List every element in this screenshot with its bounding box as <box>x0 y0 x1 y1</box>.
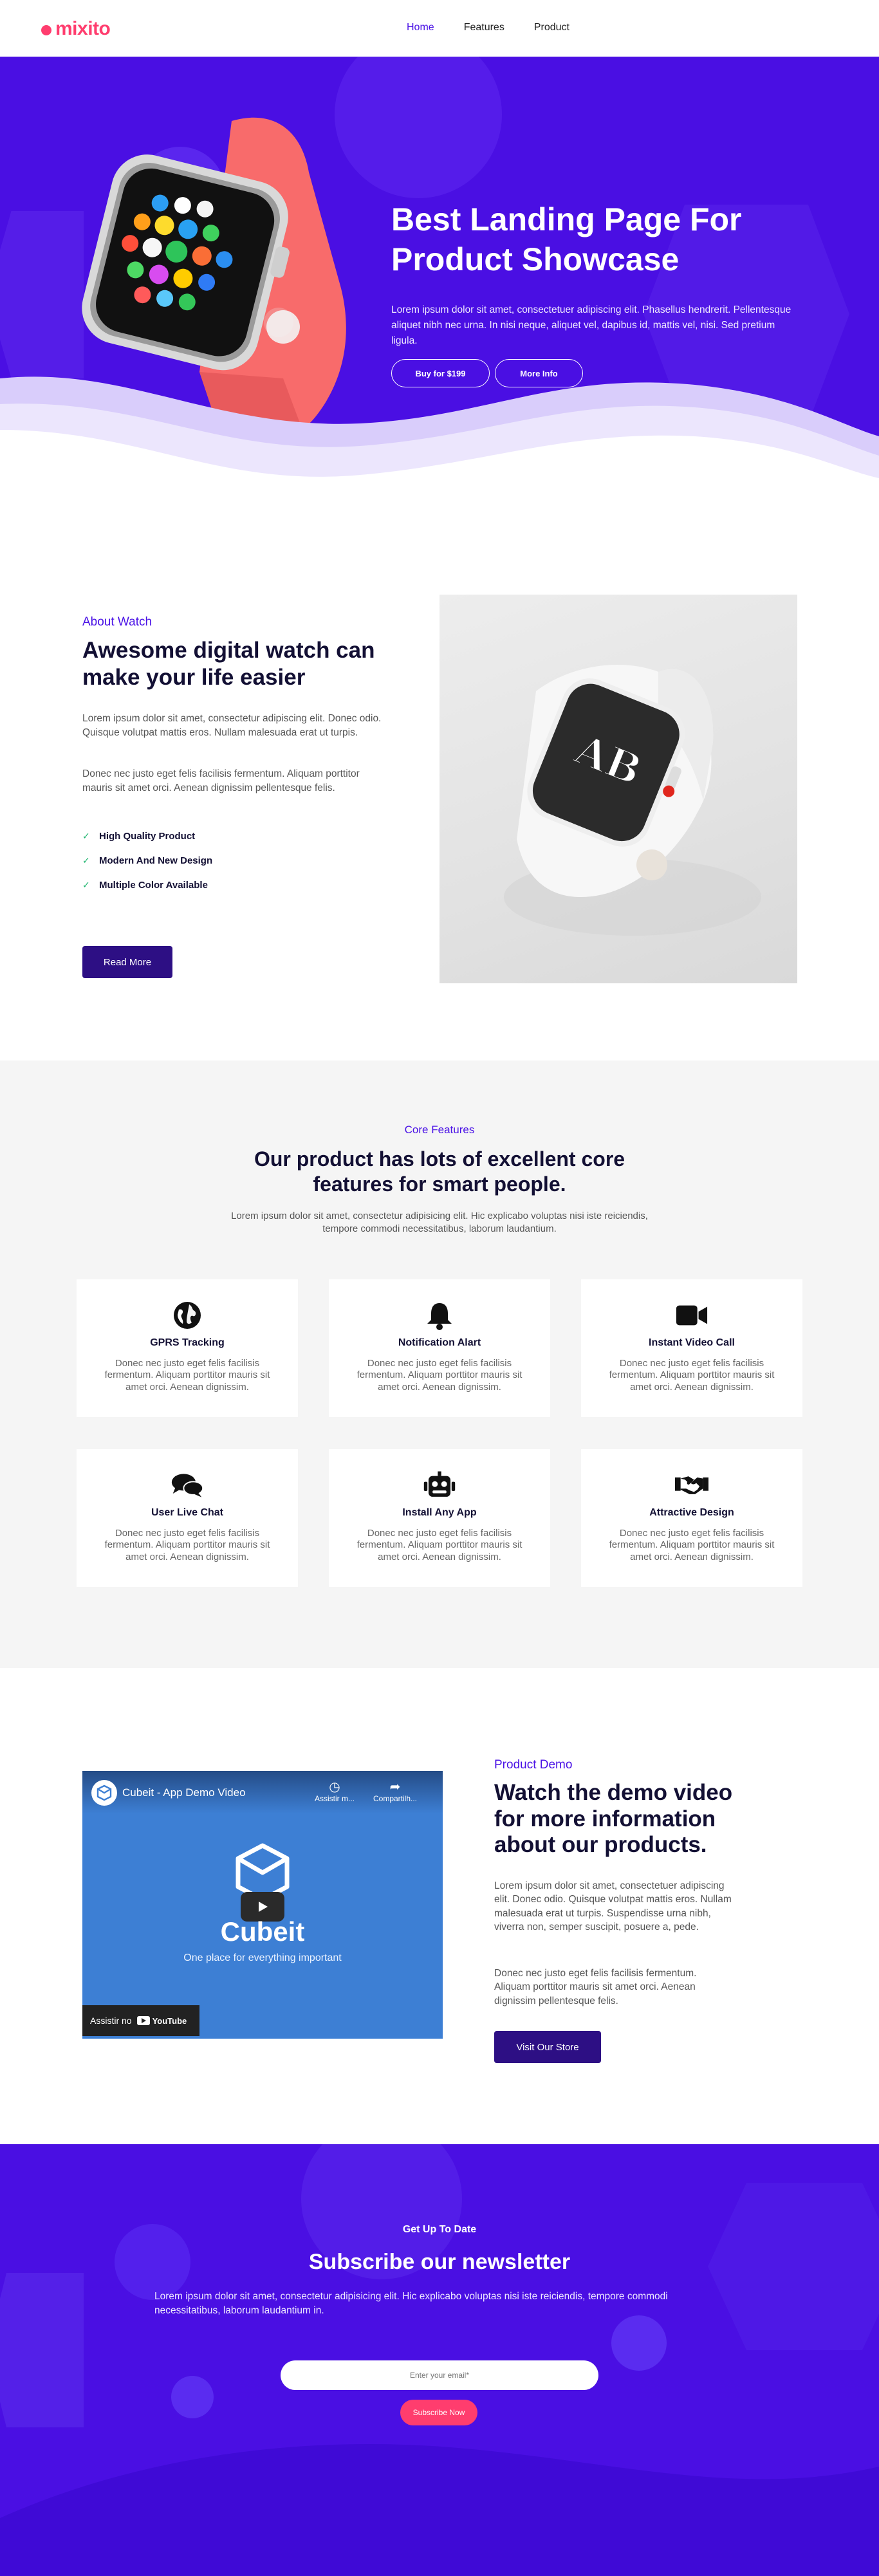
cube-logo-icon <box>97 1784 112 1801</box>
newsletter-section: Get Up To Date Subscribe our newsletter … <box>0 2144 879 2576</box>
youtube-logo: YouTube <box>136 2015 187 2026</box>
clock-icon: ◷ <box>329 1780 340 1794</box>
feature-text: Donec nec justo eget felis facilisis fer… <box>356 1528 523 1562</box>
feature-card: GPRS Tracking Donec nec justo eget felis… <box>77 1279 298 1417</box>
feature-text: Donec nec justo eget felis facilisis fer… <box>609 1358 775 1393</box>
watch-on-label: Assistir no <box>90 2015 132 2026</box>
nav-link-product[interactable]: Product <box>534 22 569 33</box>
main-menu: Home Features Product <box>407 22 599 33</box>
handshake-icon <box>675 1469 708 1502</box>
demo-title: Watch the demo video for more informatio… <box>494 1780 733 1858</box>
about-paragraph: Donec nec justo eget felis facilisis fer… <box>82 768 360 793</box>
decor-circle <box>171 2376 214 2418</box>
features-title: Our product has lots of excellent core f… <box>254 1147 625 1196</box>
newsletter-title: Subscribe our newsletter <box>308 2250 571 2274</box>
hero-wave-divider <box>0 376 879 507</box>
read-more-button[interactable]: Read More <box>82 946 172 978</box>
robot-icon <box>423 1469 456 1502</box>
feature-text: Donec nec justo eget felis facilisis fer… <box>356 1358 523 1393</box>
about-eyebrow: About Watch <box>82 615 153 629</box>
features-eyebrow: Core Features <box>404 1124 475 1136</box>
video-brand-name: Cubeit <box>220 1916 305 1947</box>
demo-paragraph: Donec nec justo eget felis facilisis fer… <box>494 1968 697 2006</box>
feature-card: Instant Video Call Donec nec justo eget … <box>581 1279 802 1417</box>
youtube-play-icon <box>136 2016 150 2025</box>
hero-text: Lorem ipsum dolor sit amet, consectetuer… <box>391 304 791 347</box>
channel-avatar[interactable] <box>91 1780 117 1806</box>
check-icon: ✓ <box>82 830 90 841</box>
nav-link-home[interactable]: Home <box>407 22 434 33</box>
chat-icon <box>171 1469 204 1502</box>
feature-text: Donec nec justo eget felis facilisis fer… <box>104 1528 270 1562</box>
video-player[interactable]: Cubeit - App Demo Video ◷ Assistir m... … <box>82 1771 443 2039</box>
newsletter-text: Lorem ipsum dolor sit amet, consectetur … <box>154 2291 668 2317</box>
decor-circle <box>335 57 502 198</box>
email-input[interactable] <box>281 2360 598 2390</box>
newsletter-eyebrow: Get Up To Date <box>402 2224 477 2235</box>
feature-title: GPRS Tracking <box>150 1337 225 1348</box>
feature-card: Notification Alart Donec nec justo eget … <box>329 1279 550 1417</box>
about-title: Awesome digital watch can make your life… <box>82 638 375 690</box>
demo-paragraph: Lorem ipsum dolor sit amet, consectetuer… <box>494 1880 732 1933</box>
about-section: About Watch Awesome digital watch can ma… <box>0 507 879 1061</box>
subscribe-button[interactable]: Subscribe Now <box>400 2400 477 2425</box>
feature-text: Donec nec justo eget felis facilisis fer… <box>609 1528 775 1562</box>
youtube-wordmark: YouTube <box>152 2015 187 2026</box>
feature-card: User Live Chat Donec nec justo eget feli… <box>77 1449 298 1587</box>
share-button[interactable]: ➦ Compartilh... <box>369 1779 421 1803</box>
check-list-item: ✓ High Quality Product <box>82 824 212 848</box>
decor-hexagon <box>0 2273 84 2427</box>
features-subtitle: Lorem ipsum dolor sit amet, consectetur … <box>231 1210 648 1234</box>
watch-later-button[interactable]: ◷ Assistir m... <box>309 1779 360 1803</box>
logo-text: mixito <box>55 18 111 39</box>
watch-later-label: Assistir m... <box>315 1794 355 1803</box>
check-label: Modern And New Design <box>99 855 213 866</box>
decor-circle <box>611 2315 667 2371</box>
feature-title: Attractive Design <box>649 1507 734 1518</box>
hero-section: Best Landing Page For Product Showcase L… <box>0 57 879 507</box>
about-watch-photo: AB <box>439 595 797 983</box>
globe-icon <box>171 1299 204 1332</box>
bell-icon <box>423 1299 456 1332</box>
hero-title: Best Landing Page For Product Showcase <box>391 201 742 277</box>
nav-link-features[interactable]: Features <box>464 22 504 33</box>
check-icon: ✓ <box>82 855 90 866</box>
feature-title: User Live Chat <box>151 1507 224 1518</box>
check-label: Multiple Color Available <box>99 879 208 891</box>
logo[interactable]: mixito <box>41 18 111 40</box>
video-title[interactable]: Cubeit - App Demo Video <box>122 1786 246 1799</box>
about-paragraph: Lorem ipsum dolor sit amet, consectetur … <box>82 713 382 738</box>
white-smartwatch-image: AB <box>504 664 761 936</box>
top-nav: mixito Home Features Product <box>0 0 879 57</box>
check-list-item: ✓ Multiple Color Available <box>82 873 212 897</box>
check-list-item: ✓ Modern And New Design <box>82 848 212 873</box>
demo-section: Cubeit - App Demo Video ◷ Assistir m... … <box>0 1668 879 2144</box>
video-tagline: One place for everything important <box>183 1952 342 1963</box>
visit-store-button[interactable]: Visit Our Store <box>494 2031 601 2063</box>
check-label: High Quality Product <box>99 830 196 842</box>
share-arrow-icon: ➦ <box>389 1780 401 1794</box>
feature-text: Donec nec justo eget felis facilisis fer… <box>104 1358 270 1393</box>
feature-card: Attractive Design Donec nec justo eget f… <box>581 1449 802 1587</box>
play-icon <box>259 1902 268 1912</box>
check-icon: ✓ <box>82 879 90 890</box>
feature-title: Notification Alart <box>398 1337 481 1348</box>
watch-on-youtube-button[interactable]: Assistir no YouTube <box>82 2005 199 2036</box>
features-section: Core Features Our product has lots of ex… <box>0 1061 879 1668</box>
newsletter-wave-decor <box>0 2443 879 2576</box>
video-camera-icon <box>675 1299 708 1332</box>
feature-title: Instant Video Call <box>649 1337 735 1348</box>
feature-card: Install Any App Donec nec justo eget fel… <box>329 1449 550 1587</box>
feature-title: Install Any App <box>402 1507 477 1518</box>
demo-eyebrow: Product Demo <box>494 1758 573 1772</box>
about-check-list: ✓ High Quality Product ✓ Modern And New De… <box>82 824 212 897</box>
logo-mark-icon <box>41 25 51 35</box>
share-label: Compartilh... <box>373 1794 418 1803</box>
